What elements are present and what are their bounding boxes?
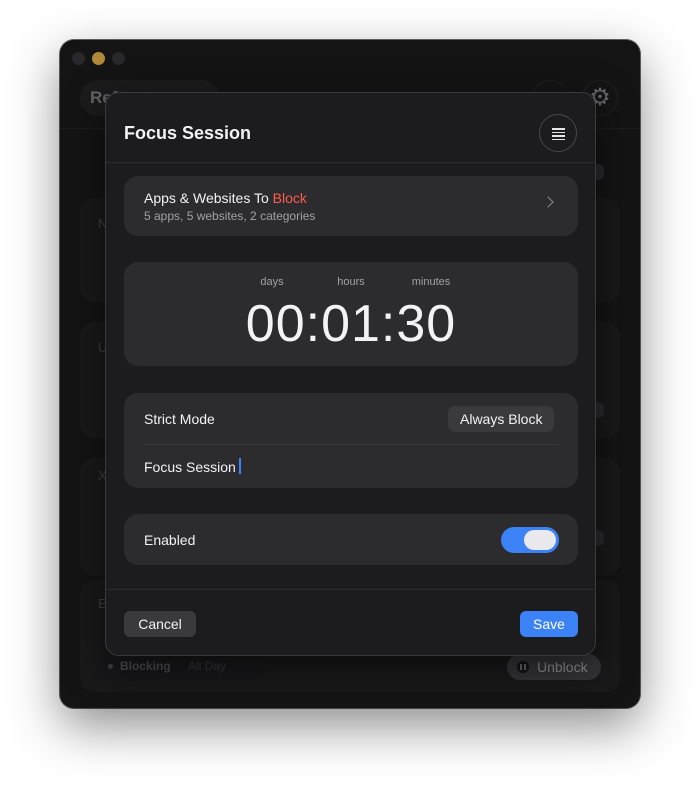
session-name-input[interactable] bbox=[144, 457, 544, 477]
chevron-right-icon bbox=[542, 196, 554, 208]
apps-websites-subtitle: 5 apps, 5 websites, 2 categories bbox=[144, 209, 316, 223]
enabled-card: Enabled bbox=[124, 514, 578, 565]
duration-value[interactable]: 00:01:30 bbox=[124, 294, 578, 354]
strict-mode-label: Strict Mode bbox=[144, 411, 215, 427]
enabled-label: Enabled bbox=[144, 532, 196, 548]
days-label: days bbox=[260, 276, 284, 288]
toggle-knob bbox=[524, 530, 556, 550]
minutes-label: minutes bbox=[411, 276, 451, 288]
focus-session-sheet: Focus Session Apps & Websites To Block 5… bbox=[105, 92, 596, 656]
header-divider bbox=[106, 162, 595, 163]
apps-websites-row[interactable]: Apps & Websites To Block 5 apps, 5 websi… bbox=[124, 176, 578, 236]
save-button[interactable]: Save bbox=[520, 611, 578, 637]
apps-websites-title: Apps & Websites To Block bbox=[144, 190, 307, 206]
sheet-title: Focus Session bbox=[124, 123, 252, 143]
apps-websites-title-prefix: Apps & Websites To bbox=[144, 190, 273, 206]
enabled-toggle[interactable] bbox=[501, 527, 559, 553]
list-menu-button[interactable] bbox=[539, 114, 577, 152]
footer-divider bbox=[106, 589, 595, 590]
duration-picker[interactable]: days hours minutes 00:01:30 bbox=[124, 262, 578, 366]
cancel-button[interactable]: Cancel bbox=[124, 611, 196, 637]
card-divider bbox=[144, 444, 558, 445]
strict-mode-card: Strict Mode Always Block bbox=[124, 393, 578, 488]
apps-websites-title-block: Block bbox=[272, 190, 307, 206]
strict-mode-select[interactable]: Always Block bbox=[448, 406, 555, 432]
text-caret bbox=[239, 458, 241, 474]
hours-label: hours bbox=[337, 276, 365, 288]
